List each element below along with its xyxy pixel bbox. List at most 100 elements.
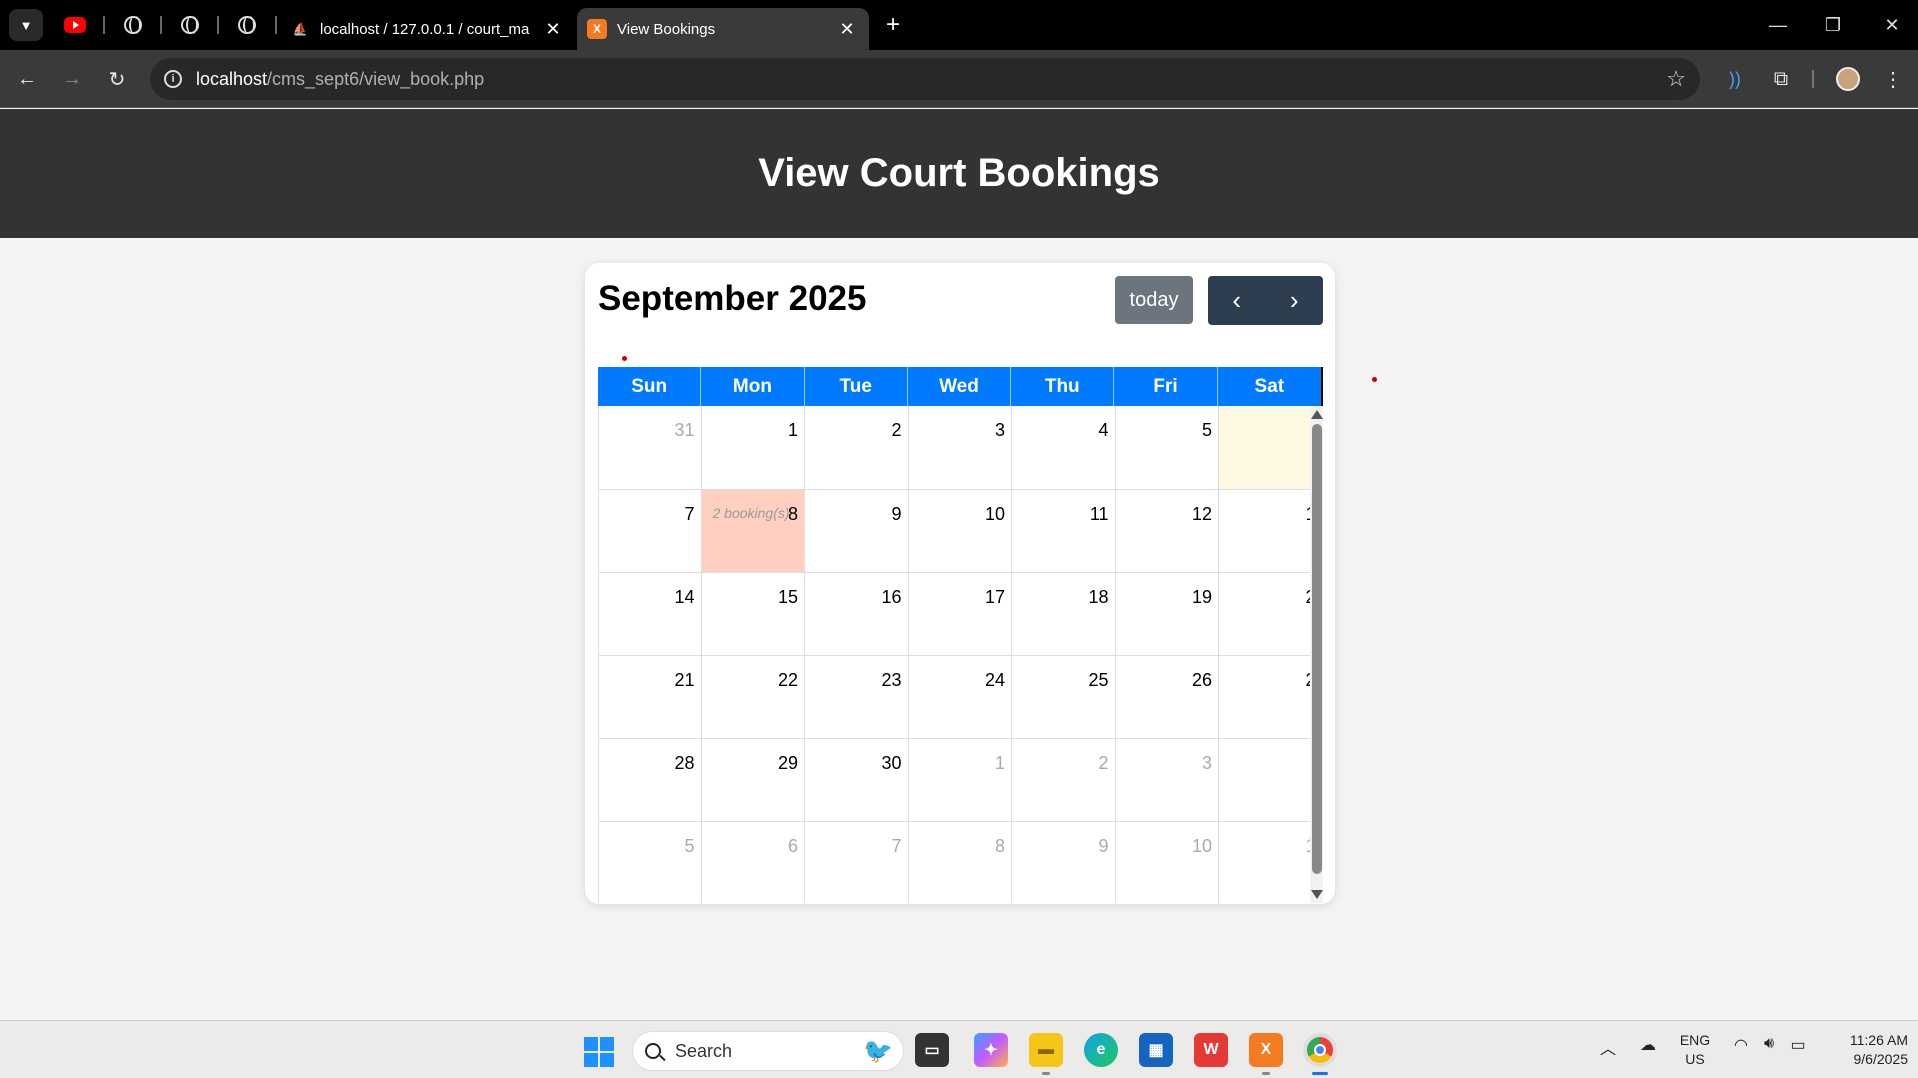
calendar-day[interactable]: 2 [1219,656,1323,738]
pinned-tab-2[interactable] [177,12,203,38]
calendar-scrollbar[interactable] [1310,406,1323,903]
forward-button[interactable]: → [57,64,87,94]
day-number[interactable]: 21 [674,670,694,691]
calendar-day[interactable]: 23 [805,656,909,738]
calendar-day[interactable]: 18 [1012,573,1116,655]
day-number[interactable]: 23 [881,670,901,691]
edge-icon[interactable]: e [1084,1033,1118,1067]
calendar-day[interactable]: 14 [598,573,702,655]
taskbar-search[interactable]: Search 🐦 [632,1031,904,1071]
more-menu-icon[interactable]: ⋮ [1878,64,1908,94]
calendar-day-booked[interactable]: 2 booking(s) 8 [701,490,805,572]
scroll-down-arrow-icon[interactable] [1311,890,1323,899]
windows-start-icon[interactable] [584,1037,614,1067]
back-button[interactable]: ← [12,64,42,94]
calendar-day-today[interactable] [1219,406,1323,489]
calendar-day[interactable]: 15 [702,573,805,655]
copilot-icon[interactable]: ✦ [974,1033,1008,1067]
calendar-day[interactable]: 9 [1012,822,1116,903]
calendar-day[interactable]: 21 [598,656,702,738]
bookmark-star-icon[interactable]: ☆ [1666,66,1686,92]
day-number[interactable]: 2 [1098,753,1108,774]
day-number[interactable]: 11 [1090,504,1109,525]
calendar-day[interactable]: 30 [805,739,909,821]
close-icon[interactable]: ✕ [835,19,859,40]
next-month-button[interactable]: › [1266,276,1324,325]
day-number[interactable]: 7 [684,504,694,525]
day-number[interactable]: 24 [985,670,1005,691]
system-clock[interactable]: 11:26 AM 9/6/2025 [1820,1031,1908,1069]
pinned-tab-3[interactable] [234,12,260,38]
day-number[interactable]: 29 [778,753,798,774]
day-number[interactable]: 19 [1192,587,1212,608]
day-number[interactable]: 12 [1192,504,1212,525]
calendar-day[interactable]: 2 [1219,573,1323,655]
calendar-day[interactable]: 1 [702,406,805,489]
tab-view-bookings[interactable]: X View Bookings ✕ [577,8,869,50]
calendar-day[interactable]: 11 [1012,490,1116,572]
calendar-day[interactable]: 31 [598,406,702,489]
day-number[interactable]: 5 [684,836,694,857]
pinned-tab-1[interactable] [120,12,146,38]
calendar-day[interactable]: 28 [598,739,702,821]
pinned-tab-youtube[interactable] [62,12,88,38]
day-number[interactable]: 4 [1098,420,1108,441]
address-bar[interactable]: i localhost/cms_sept6/view_book.php ☆ [150,58,1700,100]
battery-icon[interactable]: ▭ [1786,1035,1810,1055]
wifi-icon[interactable]: ◠ [1730,1035,1752,1055]
day-number[interactable]: 15 [778,587,798,608]
calendar-day[interactable]: 6 [702,822,805,903]
read-aloud-icon[interactable]: )) [1720,64,1750,94]
calendar-day[interactable]: 25 [1012,656,1116,738]
day-number[interactable]: 10 [985,504,1005,525]
day-number[interactable]: 28 [674,753,694,774]
calendar-day[interactable]: 3 [909,406,1012,489]
calendar-day[interactable]: 2 [1012,739,1116,821]
info-icon[interactable]: i [164,70,182,88]
calendar-day[interactable]: 5 [1116,406,1219,489]
close-window-button[interactable]: ✕ [1872,10,1912,40]
reload-button[interactable]: ↻ [102,64,132,94]
day-number[interactable]: 6 [788,836,798,857]
day-number[interactable]: 30 [881,753,901,774]
day-number[interactable]: 3 [1202,753,1212,774]
calendar-day[interactable]: 1 [1219,822,1323,903]
day-number[interactable]: 16 [881,587,901,608]
calendar-day[interactable]: 22 [702,656,805,738]
microsoft-store-icon[interactable]: ▦ [1139,1033,1173,1067]
day-number[interactable]: 26 [1192,670,1212,691]
calendar-day[interactable]: 3 [1116,739,1219,821]
calendar-day[interactable]: 9 [805,490,909,572]
calendar-day[interactable]: 2 [805,406,909,489]
day-number[interactable]: 31 [674,420,694,441]
close-icon[interactable]: ✕ [541,19,565,40]
xampp-icon[interactable]: X [1249,1033,1283,1075]
new-tab-button[interactable]: + [880,11,906,38]
calendar-day[interactable]: 5 [598,822,702,903]
profile-avatar[interactable] [1833,64,1863,94]
tab-search-button[interactable]: ▼ [9,9,43,41]
day-number[interactable]: 8 [995,836,1005,857]
scroll-up-arrow-icon[interactable] [1311,410,1323,419]
file-explorer-icon[interactable]: ▬ [1029,1033,1063,1075]
booking-count-label[interactable]: 2 booking(s) [713,505,789,521]
tab-phpmyadmin[interactable]: ⛵ localhost / 127.0.0.1 / court_ma ✕ [282,8,575,50]
calendar-day[interactable]: 1 [1219,490,1323,572]
day-number[interactable]: 3 [995,420,1005,441]
minimize-button[interactable]: — [1758,10,1798,40]
day-number[interactable]: 22 [778,670,798,691]
chrome-icon[interactable] [1303,1033,1337,1075]
onedrive-icon[interactable]: ☁ [1636,1035,1660,1055]
calendar-day[interactable]: 29 [702,739,805,821]
day-number[interactable]: 7 [891,836,901,857]
calendar-day[interactable]: 10 [909,490,1012,572]
volume-icon[interactable]: 🔊︎ [1758,1035,1780,1053]
calendar-day[interactable]: 7 [598,490,702,572]
day-number[interactable]: 8 [788,504,798,525]
calendar-day[interactable]: 8 [909,822,1012,903]
scrollbar-thumb[interactable] [1312,424,1322,874]
calendar-day[interactable]: 16 [805,573,909,655]
calendar-day[interactable]: 26 [1116,656,1219,738]
day-number[interactable]: 5 [1202,420,1212,441]
day-number[interactable]: 1 [995,753,1005,774]
